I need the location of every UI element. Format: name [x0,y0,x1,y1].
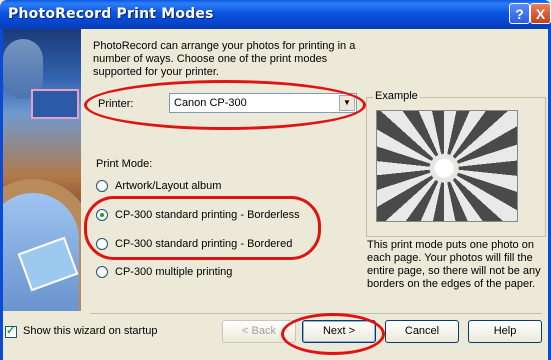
help-title-button[interactable]: ? [509,3,530,24]
radio-label: CP-300 multiple printing [115,266,233,278]
art-picture-frame [31,89,79,119]
help-button[interactable]: Help [468,320,542,343]
radio-button[interactable] [96,266,108,278]
print-mode-label: Print Mode: [96,158,153,170]
startup-checkbox[interactable] [5,324,17,338]
radio-button[interactable] [96,180,108,192]
startup-checkbox-label: Show this wizard on startup [23,325,158,337]
annotation-circle-printer [84,80,366,130]
window-title: PhotoRecord Print Modes [8,6,214,22]
example-preview-image [376,110,518,222]
title-bar: PhotoRecord Print Modes ? X [0,0,551,29]
example-label: Example [373,90,420,102]
example-description: This print mode puts one photo on each p… [367,239,541,290]
wizard-side-artwork [3,29,81,311]
intro-text: PhotoRecord can arrange your photos for … [93,40,356,78]
cancel-button[interactable]: Cancel [385,320,459,343]
annotation-circle-next [281,313,385,355]
radio-label: Artwork/Layout album [115,180,222,192]
close-button[interactable]: X [530,3,551,24]
annotation-circle-options [84,196,321,260]
